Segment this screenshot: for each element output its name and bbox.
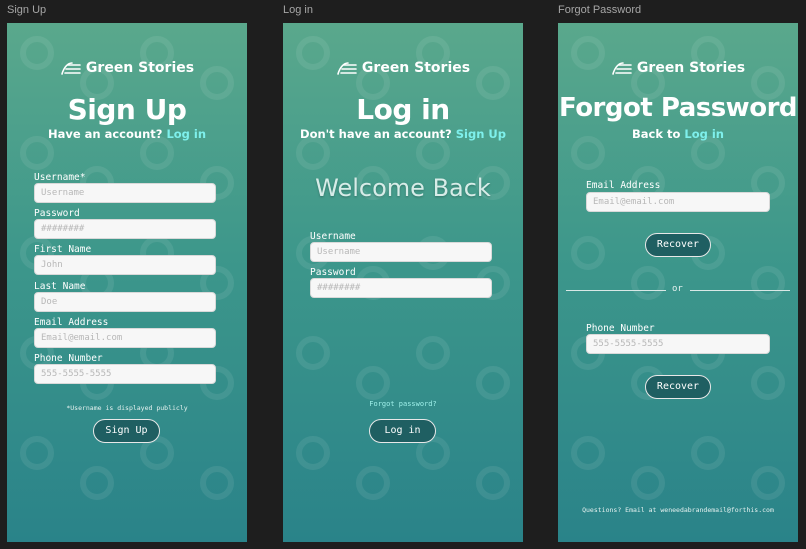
brand-name: Green Stories [361,60,471,76]
password-input[interactable]: ######## [310,278,492,298]
last-name-input[interactable]: Doe [34,292,216,312]
last-name-label: Last Name [34,281,86,292]
brand-logo: Green Stories [558,60,798,76]
password-input[interactable]: ######## [34,219,216,239]
contact-info: Questions? Email at weneedabrandemail@fo… [582,506,774,514]
welcome-heading: Welcome Back [315,174,491,202]
username-input[interactable]: Username [34,183,216,203]
subtitle-text: Back to [631,127,681,141]
recover-email-button[interactable]: Recover [645,233,711,257]
first-name-label: First Name [34,244,92,255]
page-subtitle: Don't have an account? Sign Up [283,127,523,141]
phone-input[interactable]: 555-5555-5555 [586,334,770,354]
email-input[interactable]: Email@email.com [586,192,770,212]
email-label: Email Address [586,180,661,191]
frame-title-login: Log in [283,4,313,16]
brand-name: Green Stories [636,60,746,76]
subtitle-text: Don't have an account? [300,127,452,141]
sign-up-button[interactable]: Sign Up [93,419,160,443]
frame-title-signup: Sign Up [7,4,47,16]
phone-label: Phone Number [586,323,655,334]
first-name-input[interactable]: John [34,255,216,275]
page-title: Forgot Password [558,93,798,123]
log-in-button[interactable]: Log in [369,419,436,443]
signup-screen: Green Stories Sign Up Have an account? L… [7,23,247,542]
username-label: Username* [34,172,86,183]
recover-phone-button[interactable]: Recover [645,375,711,399]
email-label: Email Address [34,317,109,328]
phone-label: Phone Number [34,353,103,364]
page-title: Sign Up [67,93,187,126]
brand-name: Green Stories [85,60,195,76]
page-title: Log in [356,93,450,126]
login-link[interactable]: Log in [684,127,724,141]
login-link[interactable]: Log in [166,127,206,141]
page-subtitle: Have an account? Log in [7,127,247,141]
forgot-password-link[interactable]: Forgot password? [283,400,523,408]
brand-logo: Green Stories [7,60,247,76]
username-note: *Username is displayed publicly [66,404,188,412]
divider-right [690,290,790,291]
page-subtitle: Back to Log in [558,127,798,141]
divider-or: or [672,284,683,294]
frame-title-forgot: Forgot Password [558,4,642,16]
phone-input[interactable]: 555-5555-5555 [34,364,216,384]
divider-left [566,290,666,291]
password-label: Password [310,267,356,278]
username-label: Username [310,231,356,242]
leaf-lines-icon [337,62,357,75]
username-input[interactable]: Username [310,242,492,262]
forgot-password-screen: Green Stories Forgot Password Back to Lo… [558,23,798,542]
login-screen: Green Stories Log in Don't have an accou… [283,23,523,542]
email-input[interactable]: Email@email.com [34,328,216,348]
subtitle-text: Have an account? [47,127,163,141]
leaf-lines-icon [61,62,81,75]
brand-logo: Green Stories [283,60,523,76]
sign-up-link[interactable]: Sign Up [456,127,506,141]
password-label: Password [34,208,80,219]
leaf-lines-icon [612,62,632,75]
